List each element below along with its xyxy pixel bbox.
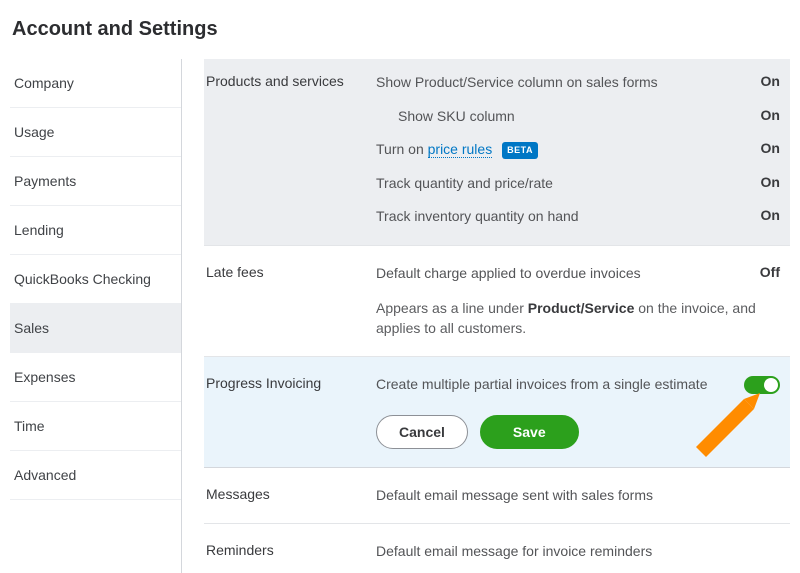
- setting-desc: Default charge applied to overdue invoic…: [376, 264, 730, 284]
- setting-state: On: [730, 140, 780, 156]
- setting-desc: Show Product/Service column on sales for…: [376, 73, 730, 93]
- beta-badge: BETA: [502, 142, 538, 159]
- setting-desc: Track inventory quantity on hand: [376, 207, 730, 227]
- cancel-button[interactable]: Cancel: [376, 415, 468, 449]
- setting-row: Show Product/Service column on sales for…: [376, 73, 780, 93]
- sidebar-item-quickbooks-checking[interactable]: QuickBooks Checking: [10, 255, 181, 304]
- section-label: Progress Invoicing: [204, 375, 376, 449]
- section-late-fees[interactable]: Late fees Default charge applied to over…: [204, 246, 790, 357]
- section-label: Late fees: [204, 264, 376, 338]
- setting-row: Turn on price rules BETA On: [376, 140, 780, 160]
- price-rules-link[interactable]: price rules: [428, 141, 493, 158]
- setting-desc: Default email message sent with sales fo…: [376, 486, 780, 506]
- sidebar-item-sales[interactable]: Sales: [10, 304, 181, 353]
- setting-desc: Track quantity and price/rate: [376, 174, 730, 194]
- section-progress-invoicing: Progress Invoicing Create multiple parti…: [204, 357, 790, 468]
- setting-subtext: Appears as a line under Product/Service …: [376, 298, 780, 339]
- setting-state: On: [730, 107, 780, 123]
- sidebar-item-time[interactable]: Time: [10, 402, 181, 451]
- sidebar-item-advanced[interactable]: Advanced: [10, 451, 181, 500]
- section-reminders[interactable]: Reminders Default email message for invo…: [204, 524, 790, 573]
- setting-row: Default email message for invoice remind…: [376, 542, 780, 562]
- setting-row: Track inventory quantity on hand On: [376, 207, 780, 227]
- sidebar-item-expenses[interactable]: Expenses: [10, 353, 181, 402]
- setting-state: On: [730, 174, 780, 190]
- progress-invoicing-toggle[interactable]: [744, 376, 780, 394]
- sidebar-item-company[interactable]: Company: [10, 59, 181, 108]
- section-messages[interactable]: Messages Default email message sent with…: [204, 468, 790, 525]
- setting-row: Default charge applied to overdue invoic…: [376, 264, 780, 284]
- section-label: Messages: [204, 486, 376, 506]
- settings-sidebar: Company Usage Payments Lending QuickBook…: [10, 59, 182, 573]
- section-products-services[interactable]: Products and services Show Product/Servi…: [204, 59, 790, 246]
- toggle-knob: [764, 378, 778, 392]
- setting-row: Default email message sent with sales fo…: [376, 486, 780, 506]
- setting-row: Track quantity and price/rate On: [376, 174, 780, 194]
- sidebar-item-payments[interactable]: Payments: [10, 157, 181, 206]
- sidebar-item-usage[interactable]: Usage: [10, 108, 181, 157]
- setting-desc: Create multiple partial invoices from a …: [376, 375, 734, 395]
- page-title: Account and Settings: [12, 18, 790, 41]
- setting-state: On: [730, 207, 780, 223]
- setting-desc: Default email message for invoice remind…: [376, 542, 780, 562]
- setting-state: On: [730, 73, 780, 89]
- section-label: Products and services: [204, 73, 376, 227]
- setting-desc: Turn on price rules BETA: [376, 140, 730, 160]
- save-button[interactable]: Save: [480, 415, 579, 449]
- setting-state: Off: [730, 264, 780, 280]
- setting-row: Create multiple partial invoices from a …: [376, 375, 780, 395]
- setting-desc: Show SKU column: [376, 107, 730, 127]
- sidebar-item-lending[interactable]: Lending: [10, 206, 181, 255]
- section-label: Reminders: [204, 542, 376, 562]
- setting-row: Show SKU column On: [376, 107, 780, 127]
